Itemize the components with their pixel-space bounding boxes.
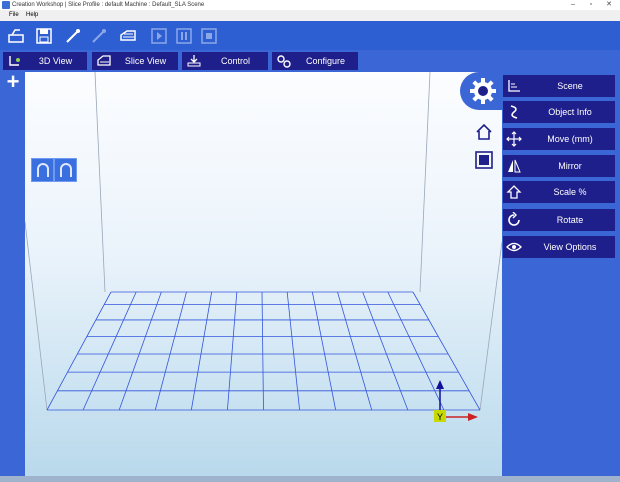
tab-control-label: Control <box>220 56 250 66</box>
grid-line-depth <box>286 291 300 411</box>
tab-slice-view[interactable]: Slice View <box>92 52 178 70</box>
scene-button[interactable]: Scene <box>503 75 615 97</box>
toolbar <box>0 21 620 50</box>
stop-icon <box>201 28 217 44</box>
pen-disabled-button[interactable] <box>88 25 110 47</box>
minimize-icon[interactable]: – <box>566 0 580 10</box>
tab-configure[interactable]: Configure <box>272 52 358 70</box>
grid-line-depth <box>311 291 337 411</box>
3d-viewport[interactable]: Y <box>25 72 502 476</box>
scale-button[interactable]: Scale % <box>503 181 615 203</box>
title-bar: Creation Workshop | Slice Profile : defa… <box>0 0 620 10</box>
app-icon <box>2 1 10 9</box>
add-object-icon[interactable]: + <box>3 71 23 93</box>
slice-view-icon <box>97 55 111 66</box>
grid-line-depth <box>154 291 187 411</box>
connect-button[interactable] <box>5 25 27 47</box>
grid-line-depth <box>46 291 112 411</box>
scale-label: Scale % <box>553 187 587 197</box>
move-button[interactable]: Move (mm) <box>503 128 615 150</box>
settings-tab[interactable] <box>460 72 502 110</box>
grid-line-depth <box>118 291 162 411</box>
maximize-icon[interactable]: ▫ <box>584 0 598 10</box>
snap-magnet-button[interactable] <box>31 158 54 182</box>
grid-line-depth <box>190 291 213 411</box>
close-icon[interactable]: ✕ <box>602 0 616 10</box>
home-icon <box>476 123 492 140</box>
window-title: Creation Workshop | Slice Profile : defa… <box>12 2 205 8</box>
tab-slice-view-label: Slice View <box>124 56 167 66</box>
rotate-icon <box>508 212 520 226</box>
pen-disabled-icon <box>92 29 106 43</box>
pen-icon <box>66 29 80 43</box>
scene-label: Scene <box>557 81 583 91</box>
object-info-label: Object Info <box>548 107 592 117</box>
view-options-button[interactable]: View Options <box>503 236 615 258</box>
frame-view-button[interactable] <box>474 150 494 170</box>
mirror-icon <box>508 159 521 173</box>
view-options-label: View Options <box>543 242 597 252</box>
grid-line-depth <box>82 291 137 411</box>
frame-icon <box>475 151 493 169</box>
magnet-icon <box>59 163 72 177</box>
pause-button[interactable] <box>173 25 195 47</box>
save-button[interactable] <box>33 25 55 47</box>
control-icon <box>187 55 201 67</box>
snap-magnet-button-2[interactable] <box>54 158 77 182</box>
menu-bar: File Help <box>0 10 620 21</box>
grid-line-depth <box>227 291 238 411</box>
move-label: Move (mm) <box>547 134 593 144</box>
tab-3d-view-label: 3D View <box>38 56 73 66</box>
taskbar <box>0 476 620 482</box>
connect-icon <box>8 29 24 43</box>
view-tabs: 3D View Slice View Control Configure <box>0 50 620 72</box>
mirror-button[interactable]: Mirror <box>503 155 615 177</box>
3d-view-icon <box>9 56 20 66</box>
rotate-button[interactable]: Rotate <box>503 209 615 231</box>
move-icon <box>506 131 522 147</box>
configure-icon <box>277 55 291 68</box>
menu-help[interactable]: Help <box>26 10 38 21</box>
pause-icon <box>176 28 192 44</box>
save-icon <box>36 28 52 44</box>
layers-button[interactable] <box>117 25 139 47</box>
magnet-icon <box>36 163 49 177</box>
stop-button[interactable] <box>198 25 220 47</box>
tab-configure-label: Configure <box>305 56 346 66</box>
tab-control[interactable]: Control <box>182 52 268 70</box>
left-strip <box>0 72 25 476</box>
grid-line-depth <box>261 291 264 411</box>
pen-button[interactable] <box>62 25 84 47</box>
tab-3d-view[interactable]: 3D View <box>3 52 87 70</box>
scale-icon <box>506 185 522 199</box>
layers-icon <box>120 30 136 41</box>
object-info-button[interactable]: Object Info <box>503 101 615 123</box>
object-info-icon <box>510 105 518 119</box>
mirror-label: Mirror <box>558 161 582 171</box>
scene-icon <box>508 80 520 92</box>
gear-icon <box>470 78 496 104</box>
build-plate-grid <box>46 291 481 411</box>
grid-line-depth <box>362 291 409 411</box>
grid-line-depth <box>337 291 373 411</box>
eye-icon <box>506 242 522 252</box>
y-axis-label: Y <box>437 412 443 422</box>
axis-indicator: Y <box>434 380 478 422</box>
menu-file[interactable]: File <box>9 10 19 21</box>
home-view-button[interactable] <box>474 122 494 142</box>
play-button[interactable] <box>148 25 170 47</box>
rotate-label: Rotate <box>556 215 584 225</box>
play-icon <box>151 28 167 44</box>
